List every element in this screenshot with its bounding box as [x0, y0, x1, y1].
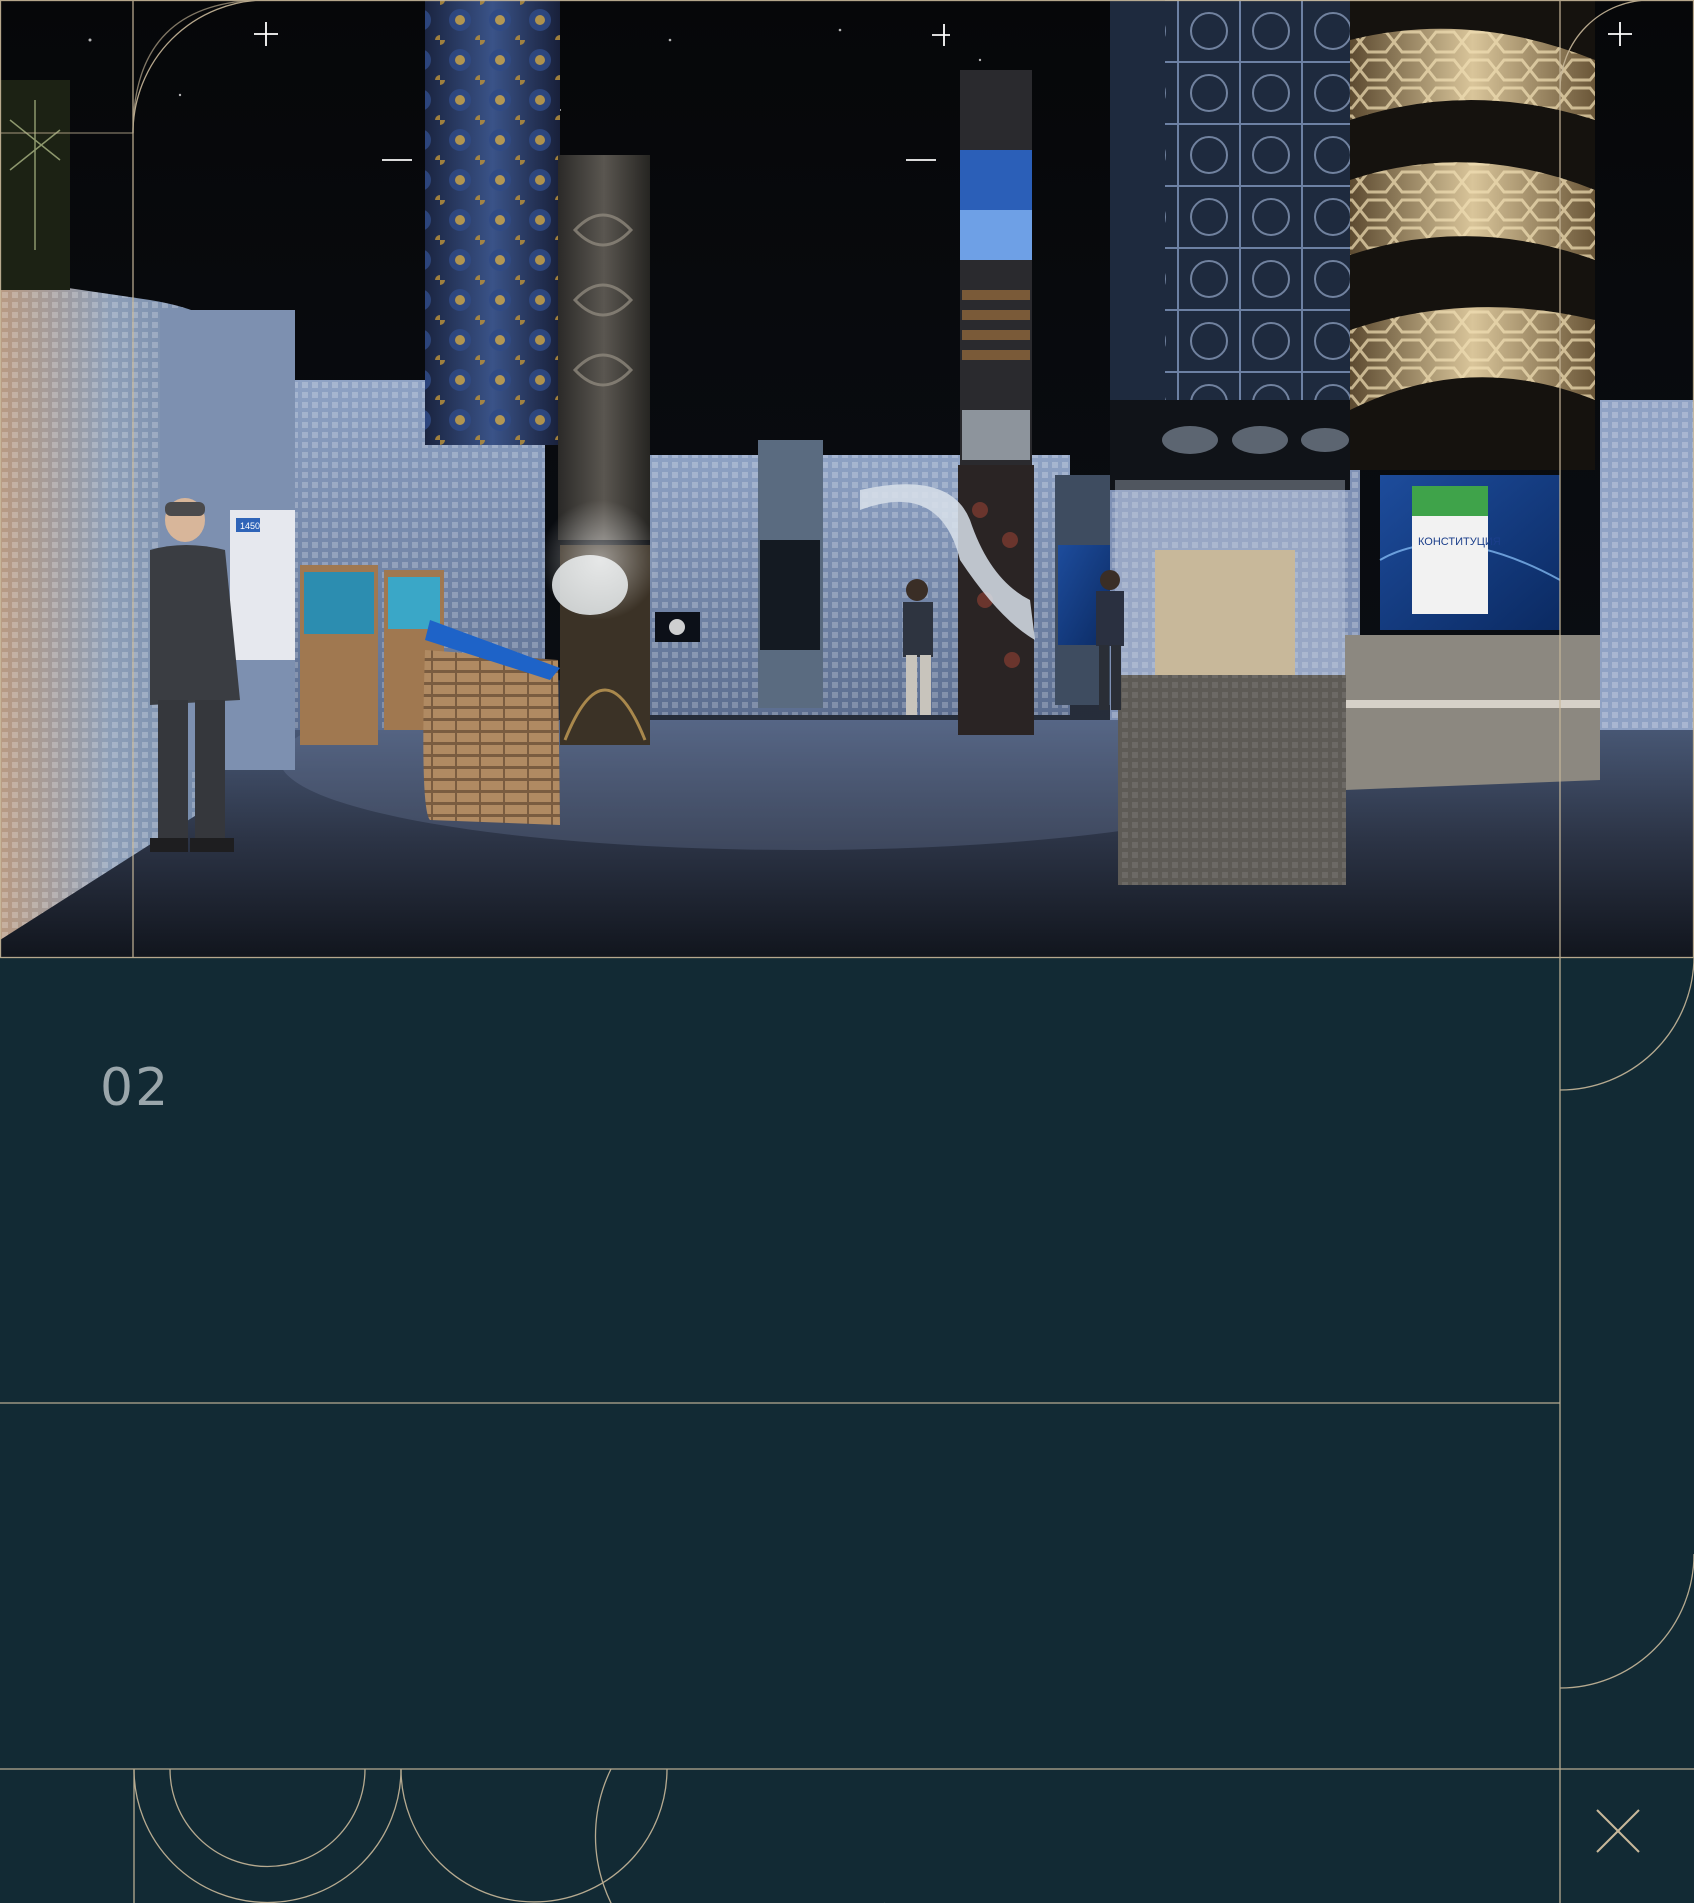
constitution-label: КОНСТИТУЦИЯ — [1418, 536, 1501, 548]
section-number: 02 — [100, 1058, 171, 1118]
museum-hall-render: 1450 КОНСТИТУЦИЯ — [0, 0, 1694, 958]
close-icon — [1596, 1809, 1640, 1853]
close-button[interactable] — [1582, 1795, 1654, 1867]
svg-text:1450: 1450 — [240, 521, 260, 531]
page: 1450 КОНСТИТУЦИЯ 02 — [0, 0, 1694, 1903]
